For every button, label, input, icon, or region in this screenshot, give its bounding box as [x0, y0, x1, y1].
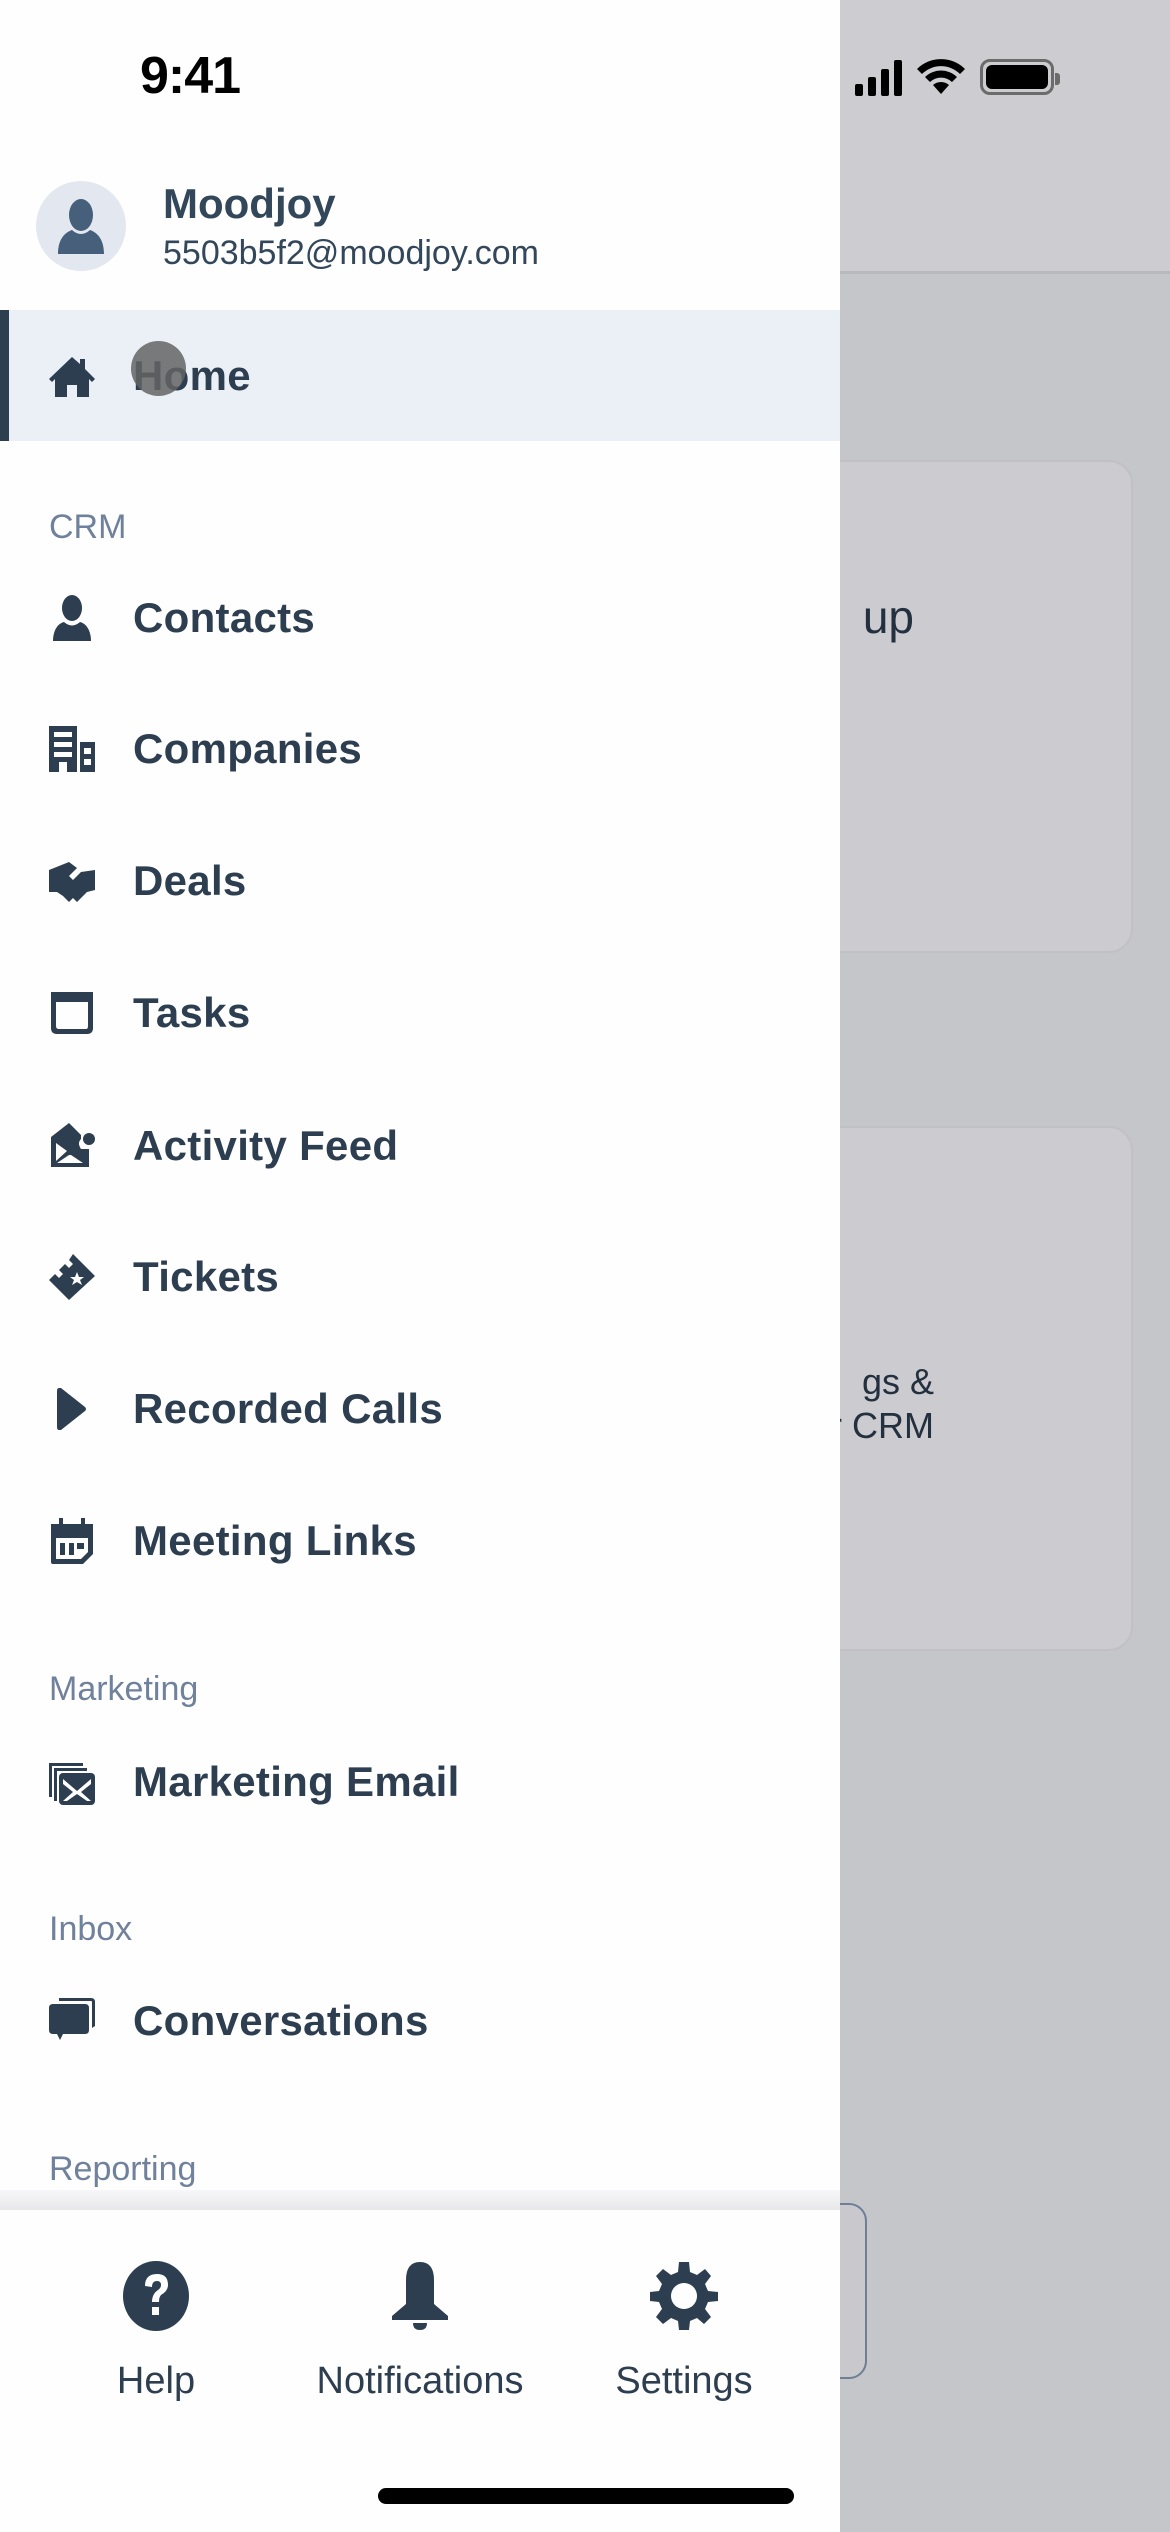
section-label-marketing: Marketing — [49, 1670, 199, 1708]
background-card-text: up — [862, 591, 914, 643]
avatar[interactable] — [36, 181, 126, 271]
building-icon — [46, 723, 98, 775]
nav-label: Conversations — [133, 1996, 429, 2044]
profile-email: 5503b5f2@moodjoy.com — [163, 234, 539, 272]
navigation-drawer: Moodjoy 5503b5f2@moodjoy.com Home CRM Co… — [0, 0, 840, 2532]
nav-item-recorded-calls[interactable]: Recorded Calls — [0, 1343, 840, 1474]
cellular-signal-icon — [855, 58, 902, 96]
conversations-icon — [46, 1995, 98, 2047]
tasks-icon — [46, 987, 98, 1039]
settings-label: Settings — [615, 2360, 753, 2402]
home-icon — [46, 350, 98, 402]
bottom-bar-divider — [0, 2190, 840, 2212]
calendar-icon — [46, 1515, 98, 1567]
nav-label: Deals — [133, 856, 247, 904]
handshake-icon — [46, 855, 98, 907]
nav-item-meeting-links[interactable]: Meeting Links — [0, 1475, 840, 1606]
profile-name: Moodjoy — [163, 180, 336, 227]
notifications-label: Notifications — [316, 2360, 524, 2402]
status-icons — [855, 56, 1060, 98]
marketing-email-icon — [46, 1756, 98, 1808]
settings-button[interactable]: Settings — [554, 2260, 814, 2403]
nav-item-deals[interactable]: Deals — [0, 815, 840, 946]
nav-label: Companies — [133, 724, 363, 772]
gear-icon — [650, 2262, 718, 2330]
section-label-reporting: Reporting — [49, 2150, 197, 2188]
nav-item-companies[interactable]: Companies — [0, 683, 840, 814]
nav-item-conversations[interactable]: Conversations — [0, 1955, 840, 2086]
user-silhouette-icon — [58, 199, 104, 254]
help-icon — [123, 2261, 189, 2331]
section-label-inbox: Inbox — [49, 1910, 133, 1948]
background-card-text-line: gs & — [861, 1361, 934, 1402]
section-label-crm: CRM — [49, 508, 127, 546]
nav-label: Meeting Links — [133, 1516, 417, 1564]
touch-indicator — [131, 341, 186, 396]
nav-item-home[interactable]: Home — [0, 310, 840, 441]
ticket-icon — [46, 1251, 98, 1303]
background-card-text-line: r CRM — [830, 1405, 934, 1446]
nav-item-activity-feed[interactable]: Activity Feed — [0, 1080, 840, 1211]
nav-item-tickets[interactable]: Tickets — [0, 1211, 840, 1342]
status-time: 9:41 — [140, 47, 241, 105]
nav-label: Contacts — [133, 593, 316, 641]
notifications-button[interactable]: Notifications — [290, 2260, 550, 2403]
nav-item-contacts[interactable]: Contacts — [0, 552, 840, 683]
nav-label: Marketing Email — [133, 1757, 460, 1805]
nav-label: Tasks — [133, 988, 251, 1036]
nav-label: Tickets — [133, 1252, 280, 1300]
contact-icon — [46, 592, 98, 644]
bell-icon — [392, 2262, 448, 2330]
nav-item-marketing-email[interactable]: Marketing Email — [0, 1716, 840, 1847]
activity-feed-icon — [46, 1120, 98, 1172]
battery-icon — [980, 59, 1060, 95]
nav-label: Recorded Calls — [133, 1384, 443, 1432]
help-label: Help — [116, 2360, 196, 2402]
play-icon — [46, 1383, 98, 1435]
home-indicator[interactable] — [378, 2488, 794, 2504]
nav-label: Activity Feed — [133, 1121, 399, 1169]
help-button[interactable]: Help — [26, 2260, 286, 2403]
background-card-text: gs & r CRM — [830, 1360, 934, 1448]
profile-header[interactable]: Moodjoy 5503b5f2@moodjoy.com — [0, 170, 840, 290]
nav-item-tasks[interactable]: Tasks — [0, 947, 840, 1078]
drawer-bottom-bar: Help Notifications Settings — [0, 2210, 840, 2532]
wifi-icon — [917, 59, 965, 94]
